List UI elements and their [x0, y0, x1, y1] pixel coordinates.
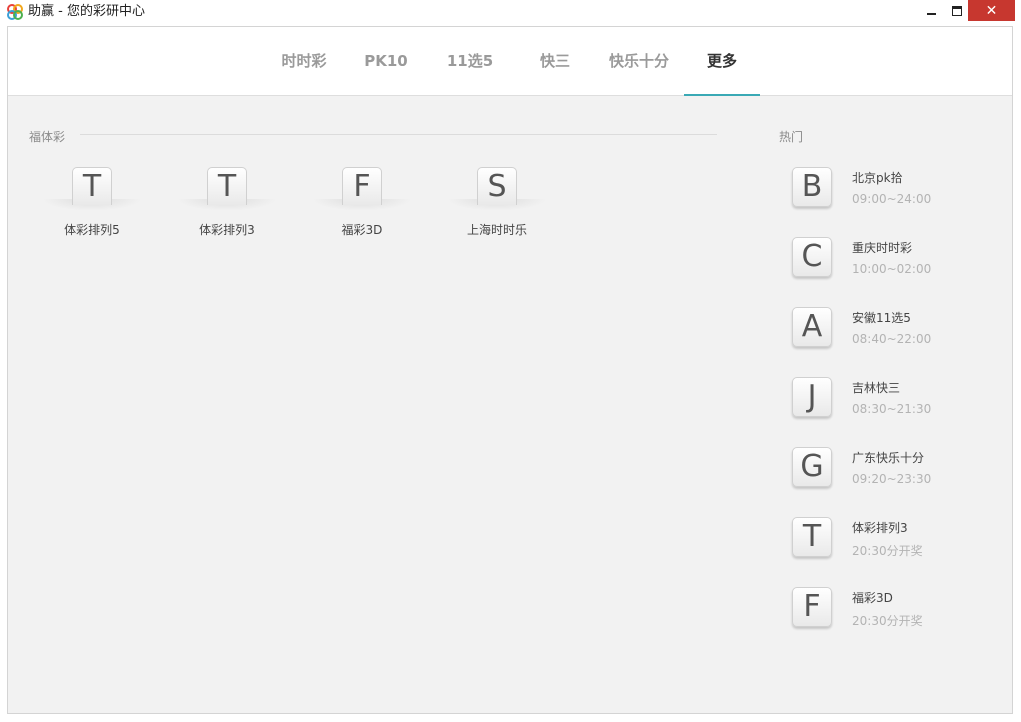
letter-tile-icon: J — [792, 377, 832, 417]
lottery-label: 上海时时乐 — [466, 223, 527, 237]
close-icon: ✕ — [985, 2, 998, 19]
letter-tile-icon: G — [792, 447, 832, 487]
hot-item[interactable]: J 吉林快三 08:30~21:30 — [792, 377, 992, 427]
letter-tile-icon: T — [207, 167, 247, 205]
hot-item-name: 吉林快三 — [852, 381, 901, 395]
hot-item[interactable]: B 北京pk拾 09:00~24:00 — [792, 167, 992, 217]
letter-tile-icon: S — [477, 167, 517, 205]
letter-tile-icon: A — [792, 307, 832, 347]
app-frame: 时时彩 PK10 11选5 快三 快乐十分 更多 福体彩 T 体彩排列5 T 体… — [7, 26, 1013, 714]
tab-kuaileshifen[interactable]: 快乐十分 — [604, 27, 674, 95]
hot-item-time: 09:20~23:30 — [852, 472, 932, 486]
lottery-label: 体彩排列5 — [64, 223, 120, 237]
maximize-icon — [952, 5, 962, 16]
hot-item-time: 20:30分开奖 — [852, 544, 923, 558]
lottery-item[interactable]: T 体彩排列5 — [37, 165, 147, 245]
hot-item-name: 重庆时时彩 — [852, 241, 913, 255]
hot-item-time: 09:00~24:00 — [852, 192, 932, 206]
lottery-item[interactable]: T 体彩排列3 — [172, 165, 282, 245]
letter-tile-icon: F — [792, 587, 832, 627]
letter-tile-icon: C — [792, 237, 832, 277]
hot-item-name: 安徽11选5 — [852, 311, 911, 325]
hot-item[interactable]: T 体彩排列3 20:30分开奖 — [792, 517, 992, 567]
hot-item-time: 10:00~02:00 — [852, 262, 932, 276]
tab-11x5[interactable]: 11选5 — [442, 27, 498, 95]
letter-tile-icon: F — [342, 167, 382, 205]
hot-item-name: 广东快乐十分 — [852, 451, 925, 465]
app-logo-icon — [7, 4, 23, 20]
section-divider — [80, 134, 717, 135]
hot-item[interactable]: G 广东快乐十分 09:20~23:30 — [792, 447, 992, 497]
tab-pk10[interactable]: PK10 — [360, 27, 412, 95]
tab-kuaisan[interactable]: 快三 — [532, 27, 578, 95]
hot-item-name: 体彩排列3 — [852, 521, 908, 535]
letter-tile-icon: T — [72, 167, 112, 205]
hot-title: 热门 — [779, 130, 804, 144]
section-title: 福体彩 — [29, 130, 66, 144]
lottery-label: 福彩3D — [341, 223, 383, 237]
close-button[interactable]: ✕ — [968, 0, 1015, 21]
window-title: 助赢 - 您的彩研中心 — [28, 4, 145, 19]
letter-tile-icon: T — [792, 517, 832, 557]
hot-item[interactable]: C 重庆时时彩 10:00~02:00 — [792, 237, 992, 287]
hot-item-time: 08:30~21:30 — [852, 402, 932, 416]
hot-item-time: 08:40~22:00 — [852, 332, 932, 346]
hot-item-name: 福彩3D — [852, 591, 893, 605]
hot-item-name: 北京pk拾 — [852, 171, 903, 185]
minimize-icon — [926, 12, 936, 15]
tab-more[interactable]: 更多 — [684, 27, 760, 96]
lottery-item[interactable]: S 上海时时乐 — [442, 165, 552, 245]
lottery-label: 体彩排列3 — [199, 223, 255, 237]
hot-item-time: 20:30分开奖 — [852, 614, 923, 628]
title-bar: 助赢 - 您的彩研中心 ✕ — [0, 0, 1021, 24]
tab-shishicai[interactable]: 时时彩 — [274, 27, 334, 95]
category-nav: 时时彩 PK10 11选5 快三 快乐十分 更多 — [8, 27, 1012, 96]
letter-tile-icon: B — [792, 167, 832, 207]
hot-item[interactable]: A 安徽11选5 08:40~22:00 — [792, 307, 992, 357]
hot-item[interactable]: F 福彩3D 20:30分开奖 — [792, 587, 992, 637]
lottery-item[interactable]: F 福彩3D — [307, 165, 417, 245]
